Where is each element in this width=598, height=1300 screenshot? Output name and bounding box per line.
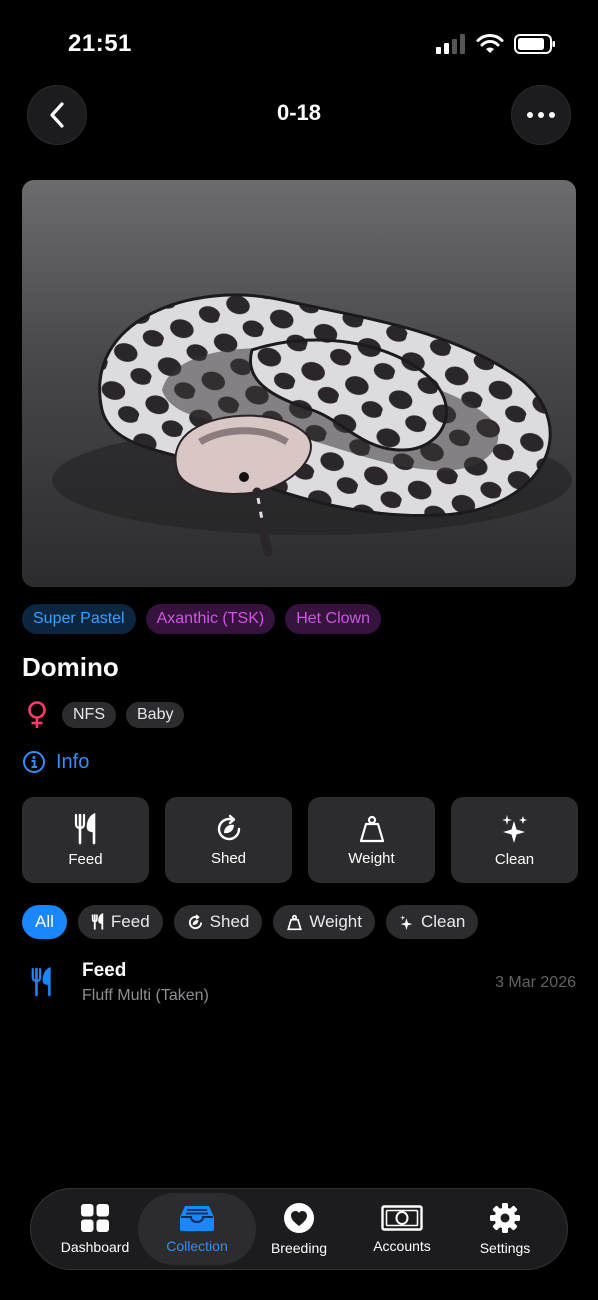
animal-name: Domino xyxy=(22,652,119,682)
sparkles-icon xyxy=(400,914,413,930)
weight-action-button[interactable]: Weight xyxy=(308,797,435,883)
weight-icon xyxy=(287,914,303,930)
wifi-icon xyxy=(476,34,504,53)
info-icon xyxy=(23,751,45,773)
log-entry[interactable]: Feed Fluff Multi (Taken) 3 Mar 2026 xyxy=(22,958,576,1014)
filter-label: All xyxy=(35,912,54,931)
log-date: 3 Mar 2026 xyxy=(495,974,576,991)
info-link[interactable]: Info xyxy=(22,750,89,774)
banknote-icon xyxy=(381,1205,423,1231)
shed-action-button[interactable]: Shed xyxy=(165,797,292,883)
filter-weight[interactable]: Weight xyxy=(273,905,375,939)
clean-action-button[interactable]: Clean xyxy=(451,797,578,883)
more-button[interactable] xyxy=(511,85,571,145)
age-tag: Baby xyxy=(126,702,185,728)
collection-icon xyxy=(180,1206,214,1231)
animal-photo[interactable] xyxy=(22,180,576,587)
sparkles-icon xyxy=(501,814,527,843)
filter-label: Shed xyxy=(209,912,250,931)
tab-breeding[interactable]: Breeding xyxy=(247,1193,351,1265)
tab-accounts[interactable]: Accounts xyxy=(350,1193,454,1265)
animal-tags: NFS Baby xyxy=(22,700,185,730)
filter-clean[interactable]: Clean xyxy=(385,905,479,939)
battery-icon xyxy=(514,34,555,54)
morph-chips: Super Pastel Axanthic (TSK) Het Clown xyxy=(22,604,382,634)
filter-label: Clean xyxy=(420,912,466,931)
fork-knife-icon xyxy=(74,812,95,844)
cellular-signal-icon xyxy=(436,34,465,54)
log-subtitle: Fluff Multi (Taken) xyxy=(82,987,209,1004)
filter-all[interactable]: All xyxy=(22,905,67,939)
feed-action-button[interactable]: Feed xyxy=(22,797,149,883)
status-bar: 21:51 xyxy=(0,0,598,80)
morph-chip[interactable]: Axanthic (TSK) xyxy=(145,604,276,634)
tab-settings[interactable]: Settings xyxy=(453,1193,557,1265)
gear-icon xyxy=(490,1203,520,1233)
tab-bar: Dashboard Collection Breeding Accounts S… xyxy=(30,1188,568,1270)
quick-actions: Feed Shed Weight Clean xyxy=(22,797,578,883)
heart-icon xyxy=(284,1203,314,1233)
action-label: Feed xyxy=(68,850,103,868)
status-tag: NFS xyxy=(62,702,116,728)
tab-label: Settings xyxy=(479,1240,531,1256)
status-icons xyxy=(436,34,556,54)
action-label: Weight xyxy=(348,849,395,867)
tab-label: Breeding xyxy=(270,1240,328,1256)
log-filters: All Feed Shed Weight Clean xyxy=(22,905,479,939)
fork-knife-icon xyxy=(31,966,51,997)
info-label: Info xyxy=(56,750,90,773)
log-title: Feed xyxy=(82,960,127,981)
shed-icon xyxy=(188,913,202,929)
tab-dashboard[interactable]: Dashboard xyxy=(43,1193,147,1265)
morph-chip[interactable]: Het Clown xyxy=(285,604,382,634)
tab-label: Dashboard xyxy=(60,1239,130,1255)
page-title: 0-18 xyxy=(276,100,322,125)
filter-feed[interactable]: Feed xyxy=(77,905,163,939)
ellipsis-icon xyxy=(527,112,555,118)
shed-icon xyxy=(217,814,240,840)
action-label: Clean xyxy=(494,850,535,868)
tab-collection[interactable]: Collection xyxy=(138,1193,256,1265)
status-time: 21:51 xyxy=(68,30,132,57)
dashboard-icon xyxy=(81,1204,109,1232)
filter-label: Weight xyxy=(309,912,362,931)
morph-chip[interactable]: Super Pastel xyxy=(22,604,136,634)
action-label: Shed xyxy=(210,849,247,867)
fork-knife-icon xyxy=(91,913,104,930)
weight-icon xyxy=(359,815,384,842)
filter-shed[interactable]: Shed xyxy=(173,905,263,939)
filter-label: Feed xyxy=(110,912,150,931)
tab-label: Collection xyxy=(166,1238,228,1254)
female-icon xyxy=(22,700,52,730)
snake-illustration xyxy=(52,293,572,557)
tab-label: Accounts xyxy=(373,1238,431,1254)
